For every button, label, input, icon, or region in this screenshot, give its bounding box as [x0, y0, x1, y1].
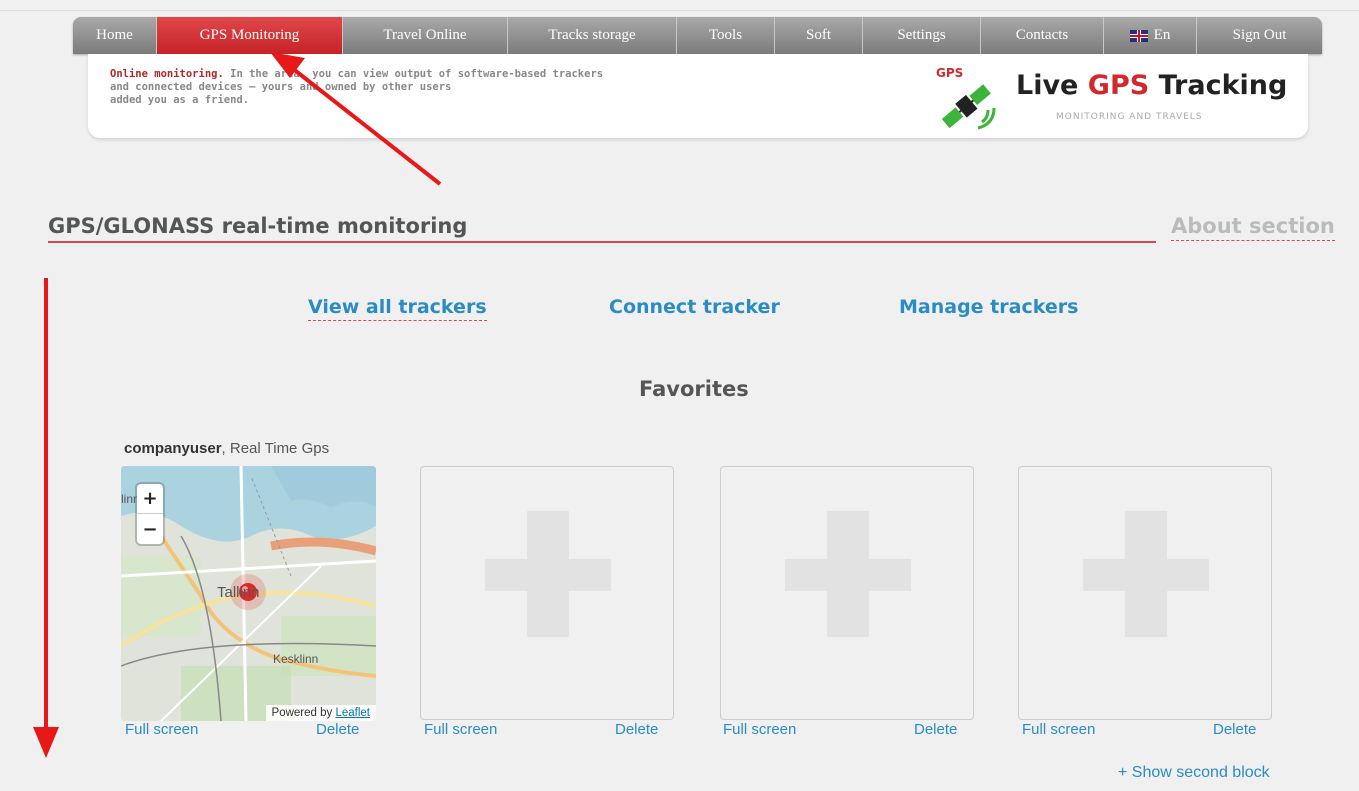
card1-username: companyuser [124, 440, 222, 457]
intro-line-2: and connected devices — yours and owned … [110, 81, 452, 93]
nav-home[interactable]: Home [73, 17, 157, 54]
map-label-city: Tallinn [217, 584, 260, 601]
card1-delete-link[interactable]: Delete [316, 721, 359, 738]
map-label-district: Kesklinn [273, 652, 319, 666]
add-favorite-slot-3[interactable] [720, 466, 974, 720]
intro-line-3: added you as a friend. [110, 94, 250, 106]
nav-gps-monitoring[interactable]: GPS Monitoring [157, 17, 343, 54]
nav-tools-label: Tools [708, 27, 743, 43]
show-second-block-link[interactable]: + Show second block [1118, 764, 1270, 782]
card2-delete-link[interactable]: Delete [615, 721, 658, 738]
site-logo[interactable]: GPS Live GPS Tracking MONITORING AND TRA… [936, 66, 1296, 130]
plus-icon-bar [1083, 559, 1209, 591]
nav-travel-online[interactable]: Travel Online [343, 17, 508, 54]
logo-badge: GPS [936, 66, 964, 80]
card3-full-screen-link[interactable]: Full screen [723, 721, 796, 738]
nav-soft-label: Soft [805, 27, 831, 43]
satellite-icon [941, 84, 996, 130]
intro-line-1: In the area, you can view output of soft… [230, 68, 604, 80]
zoom-out-button[interactable]: − [137, 514, 163, 544]
card1-full-screen-link[interactable]: Full screen [125, 721, 198, 738]
nav-gps-monitoring-label: GPS Monitoring [199, 27, 300, 43]
nav-settings[interactable]: Settings [863, 17, 981, 54]
favorites-title: Favorites [639, 377, 749, 401]
header-panel: Online monitoring. In the area, you can … [88, 54, 1308, 138]
nav-contacts[interactable]: Contacts [981, 17, 1104, 54]
nav-tracks-storage[interactable]: Tracks storage [508, 17, 677, 54]
nav-language[interactable]: En [1104, 17, 1197, 54]
plus-icon-bar [785, 559, 911, 591]
zoom-in-button[interactable]: + [137, 484, 163, 514]
card4-full-screen-link[interactable]: Full screen [1022, 721, 1095, 738]
nav-tools[interactable]: Tools [677, 17, 775, 54]
logo-title: Live GPS Tracking [1016, 70, 1288, 101]
nav-sign-out-label: Sign Out [1232, 27, 1287, 43]
card1-caption: companyuser, Real Time Gps [124, 440, 329, 457]
card4-delete-link[interactable]: Delete [1213, 721, 1256, 738]
card2-full-screen-link[interactable]: Full screen [424, 721, 497, 738]
nav-contacts-label: Contacts [1015, 27, 1069, 43]
add-favorite-slot-4[interactable] [1018, 466, 1272, 720]
add-favorite-slot-2[interactable] [420, 466, 674, 720]
intro-text: Online monitoring. In the area, you can … [110, 68, 690, 107]
map-view[interactable]: Tallinn Kesklinn linn + − Powered by Lea… [121, 466, 376, 721]
main-nav: Home GPS Monitoring Travel Online Tracks… [73, 17, 1322, 54]
zoom-control: + − [137, 484, 163, 544]
leaflet-link[interactable]: Leaflet [335, 707, 370, 719]
card1-tracker-name: , Real Time Gps [221, 440, 330, 457]
manage-trackers-link[interactable]: Manage trackers [899, 296, 1078, 318]
arrowhead-down [33, 727, 59, 758]
nav-travel-online-label: Travel Online [383, 27, 467, 43]
section-divider [48, 241, 1156, 243]
map-attribution: Powered by Leaflet [265, 705, 376, 721]
logo-subtitle: MONITORING AND TRAVELS [1056, 112, 1203, 122]
nav-language-label: En [1153, 27, 1171, 43]
connect-tracker-link[interactable]: Connect tracker [609, 296, 780, 318]
section-title: GPS/GLONASS real-time monitoring [48, 214, 468, 238]
nav-sign-out[interactable]: Sign Out [1197, 17, 1322, 54]
nav-soft[interactable]: Soft [775, 17, 863, 54]
nav-tracks-storage-label: Tracks storage [548, 27, 636, 43]
uk-flag-icon [1129, 29, 1148, 42]
view-all-trackers-link[interactable]: View all trackers [308, 296, 487, 321]
attribution-text: Powered by [271, 707, 336, 719]
nav-settings-label: Settings [897, 27, 946, 43]
intro-highlight: Online monitoring. [110, 68, 224, 80]
card3-delete-link[interactable]: Delete [914, 721, 957, 738]
plus-icon-bar [485, 559, 611, 591]
about-section-link[interactable]: About section [1171, 214, 1335, 241]
nav-home-label: Home [96, 27, 133, 43]
top-divider [0, 10, 1359, 11]
